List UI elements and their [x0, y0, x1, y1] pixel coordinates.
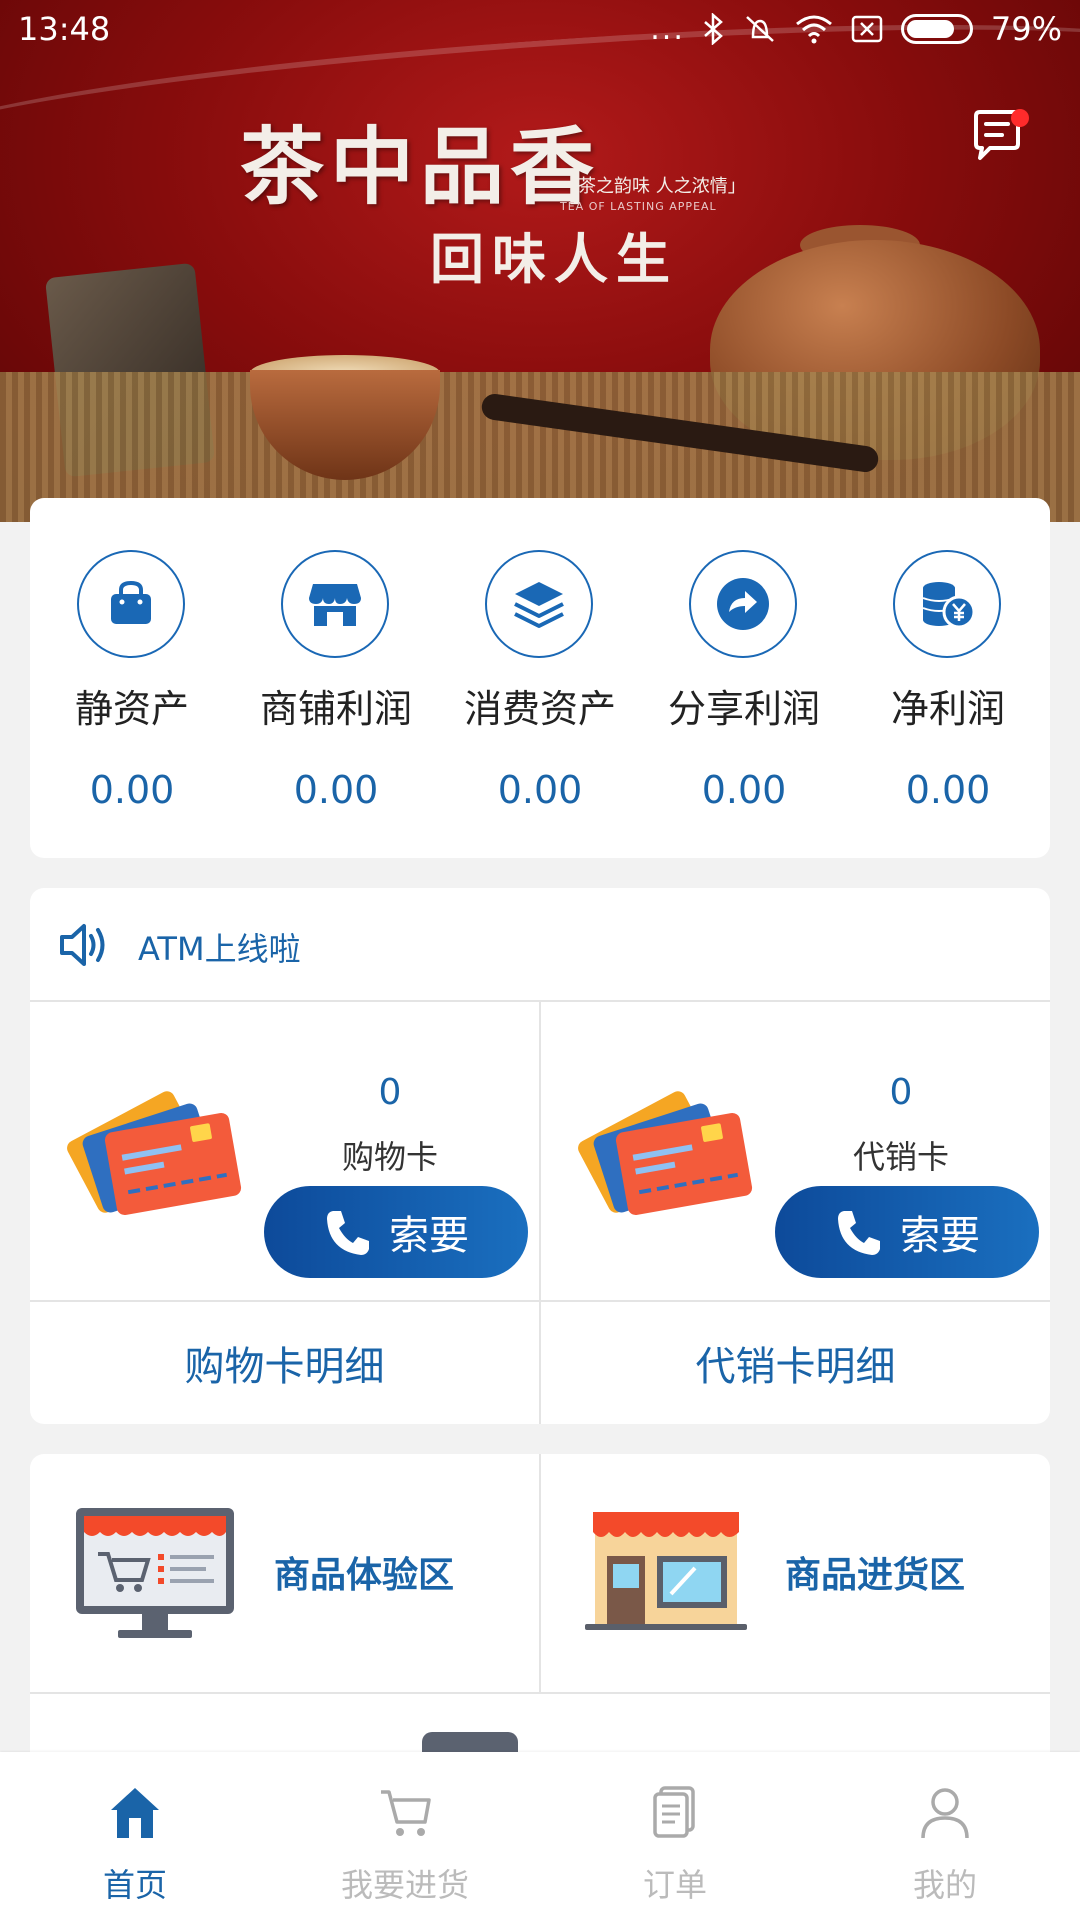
orders-icon	[653, 1786, 695, 1838]
shop-front-icon	[585, 1512, 747, 1630]
nav-profile-label: 我的	[912, 1866, 977, 1904]
cards-panel: ATM上线啦 0 购物卡 索要 0 代销卡 索要 购物卡明细 代销卡明细	[30, 888, 1050, 1424]
request-button-label: 索要	[900, 1213, 980, 1259]
request-button-label: 索要	[389, 1213, 469, 1259]
banner-tagline: 「茶之韵味 人之浓情」	[560, 176, 746, 197]
asset-value: 0.00	[497, 768, 583, 812]
consignment-card-count: 0	[889, 1072, 913, 1113]
asset-static[interactable]: 静资产 0.00	[30, 498, 234, 858]
asset-label: 净利润	[890, 687, 1005, 731]
notice-bar[interactable]: ATM上线啦	[30, 888, 1050, 1002]
banner-title: 茶中品香	[240, 117, 601, 216]
coins-yen-icon	[893, 550, 1001, 658]
consignment-card-name: 代销卡	[852, 1138, 949, 1176]
nav-restock[interactable]: 我要进货	[270, 1752, 540, 1920]
home-icon	[111, 1788, 159, 1838]
asset-label: 分享利润	[667, 687, 820, 731]
shopping-card-name: 购物卡	[341, 1138, 438, 1176]
more-dots-icon: ...	[650, 11, 685, 47]
asset-value: 0.00	[905, 768, 991, 812]
no-sim-icon	[851, 15, 883, 43]
speaker-icon	[60, 924, 105, 966]
status-time: 13:48	[18, 10, 111, 48]
home-screen: 茶中品香 「茶之韵味 人之浓情」 TEA OF LASTING APPEAL 回…	[0, 0, 1080, 1920]
wifi-icon	[795, 15, 832, 44]
unread-dot	[1011, 109, 1029, 127]
asset-consumption[interactable]: 消费资产 0.00	[438, 498, 642, 858]
nav-orders-label: 订单	[642, 1866, 707, 1904]
bottom-navigation: 首页 我要进货 订单 我的	[0, 1752, 1080, 1920]
asset-net-profit[interactable]: 净利润 0.00	[846, 498, 1050, 858]
layers-icon	[485, 550, 593, 658]
share-arrow-icon	[689, 550, 797, 658]
shopping-card-detail-link[interactable]: 购物卡明细	[30, 1302, 539, 1424]
credit-cards-icon	[67, 1091, 242, 1216]
asset-value: 0.00	[293, 768, 379, 812]
banner-tagline-english: TEA OF LASTING APPEAL	[560, 200, 717, 213]
status-bar: 13:48 ... 79%	[0, 0, 1080, 64]
phone-icon	[327, 1211, 369, 1255]
request-consignment-card-button[interactable]: 索要	[775, 1186, 1039, 1278]
status-icons: ... 79%	[650, 10, 1062, 48]
nav-home-label: 首页	[102, 1866, 167, 1904]
monitor-cart-icon	[76, 1508, 234, 1638]
promo-banner[interactable]: 茶中品香 「茶之韵味 人之浓情」 TEA OF LASTING APPEAL 回…	[0, 0, 1080, 522]
nav-restock-label: 我要进货	[340, 1866, 469, 1904]
asset-value: 0.00	[701, 768, 787, 812]
notice-text: ATM上线啦	[138, 930, 301, 968]
divider	[539, 1454, 541, 1692]
experience-zone-label: 商品体验区	[274, 1555, 455, 1596]
bluetooth-icon	[704, 13, 723, 45]
message-button[interactable]	[970, 108, 1030, 164]
restock-zone-tile[interactable]: 商品进货区	[541, 1454, 1050, 1692]
banner-subtitle: 回味人生	[430, 227, 678, 291]
battery-percent: 79%	[990, 10, 1062, 48]
asset-label: 静资产	[74, 687, 189, 731]
user-icon	[921, 1788, 969, 1839]
vibrate-off-icon	[746, 16, 774, 42]
asset-label: 消费资产	[463, 687, 616, 731]
shopping-card-count: 0	[378, 1072, 402, 1113]
phone-icon	[838, 1211, 880, 1255]
chat-bubble-icon	[974, 109, 1029, 160]
consignment-card-cell: 0 代销卡 索要	[541, 1002, 1050, 1300]
credit-cards-icon	[578, 1091, 753, 1216]
nav-orders[interactable]: 订单	[540, 1752, 810, 1920]
assets-summary-card: 静资产 0.00 商铺利润 0.00 消费资产 0.00 分享利润 0.00 净…	[30, 498, 1050, 858]
experience-zone-tile[interactable]: 商品体验区	[30, 1454, 539, 1692]
divider	[30, 1692, 1050, 1694]
asset-share-profit[interactable]: 分享利润 0.00	[642, 498, 846, 858]
nav-profile[interactable]: 我的	[810, 1752, 1080, 1920]
restock-zone-label: 商品进货区	[785, 1555, 966, 1596]
battery-icon	[900, 14, 973, 44]
cart-icon	[381, 1790, 431, 1836]
shopping-card-cell: 0 购物卡 索要	[30, 1002, 539, 1300]
storefront-icon	[281, 550, 389, 658]
consignment-card-detail-link[interactable]: 代销卡明细	[541, 1302, 1050, 1424]
asset-label: 商铺利润	[259, 687, 412, 731]
shopping-bag-icon	[77, 550, 185, 658]
asset-value: 0.00	[89, 768, 175, 812]
request-shopping-card-button[interactable]: 索要	[264, 1186, 528, 1278]
asset-shop-profit[interactable]: 商铺利润 0.00	[234, 498, 438, 858]
nav-home[interactable]: 首页	[0, 1752, 270, 1920]
